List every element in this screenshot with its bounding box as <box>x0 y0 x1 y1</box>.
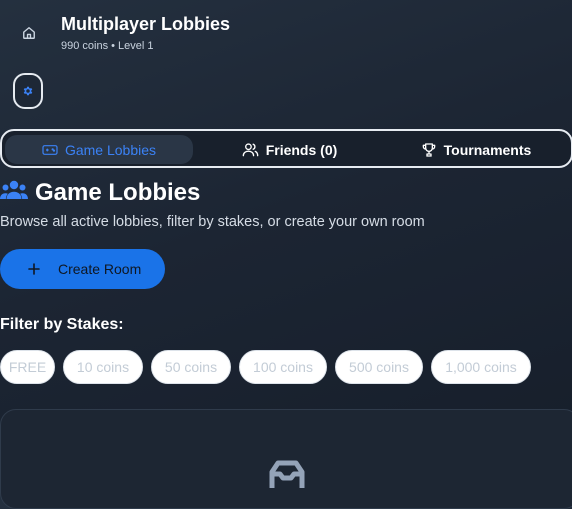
gear-icon <box>23 86 33 96</box>
tab-label: Tournaments <box>443 141 532 158</box>
stake-chip-500[interactable]: 500 coins <box>335 350 423 384</box>
users-group-icon <box>0 179 28 207</box>
stake-chip-1000[interactable]: 1,000 coins <box>431 350 531 384</box>
page-title: Game Lobbies <box>35 179 201 206</box>
tab-label: Friends (0) <box>265 141 338 158</box>
create-room-button[interactable]: Create Room <box>0 249 165 289</box>
home-icon <box>23 27 35 39</box>
player-stats: 990 coins • Level 1 <box>61 40 154 52</box>
gamepad-icon <box>42 144 58 155</box>
filter-label: Filter by Stakes: <box>0 316 124 333</box>
users-icon <box>242 143 259 157</box>
tab-bar: Game Lobbies Friends (0) Tournaments <box>0 129 572 168</box>
page-description: Browse all active lobbies, filter by sta… <box>0 214 425 230</box>
stake-chip-10[interactable]: 10 coins <box>63 350 143 384</box>
tab-tournaments[interactable]: Tournaments <box>386 135 566 164</box>
create-room-label: Create Room <box>58 261 142 277</box>
trophy-icon <box>422 142 436 157</box>
tab-game-lobbies[interactable]: Game Lobbies <box>5 135 193 164</box>
lobbies-empty-state <box>0 409 572 509</box>
tab-friends[interactable]: Friends (0) <box>202 135 377 164</box>
stake-chip-free[interactable]: FREE <box>0 350 55 384</box>
stake-chip-100[interactable]: 100 coins <box>239 350 327 384</box>
plus-icon <box>28 263 40 275</box>
settings-button[interactable] <box>13 73 43 109</box>
page-header-title: Multiplayer Lobbies <box>61 14 231 34</box>
tab-label: Game Lobbies <box>64 141 157 158</box>
home-button[interactable] <box>14 18 44 48</box>
stake-chip-50[interactable]: 50 coins <box>151 350 231 384</box>
